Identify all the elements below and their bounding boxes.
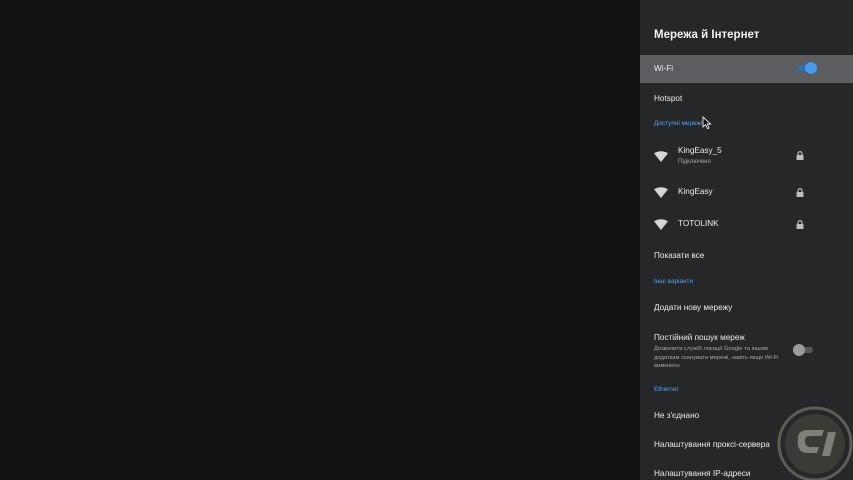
ip-settings-label: Налаштування IP-адреси bbox=[654, 469, 751, 478]
wifi-signal-icon bbox=[654, 187, 668, 198]
show-all-label: Показати все bbox=[654, 251, 705, 260]
wifi-switch-thumb bbox=[805, 62, 817, 74]
always-scan-description: Дозволити службі локації Google та іншим… bbox=[654, 346, 779, 369]
always-scan-label: Постійний пошук мереж bbox=[654, 333, 745, 342]
network-name: KingEasy bbox=[678, 187, 713, 196]
network-name: KingEasy_5 bbox=[678, 146, 722, 155]
mouse-cursor-icon bbox=[702, 116, 712, 130]
hotspot-label: Hotspot bbox=[654, 94, 683, 103]
ethernet-header: Ethernet bbox=[654, 386, 679, 393]
available-networks-header: Доступні мережі bbox=[654, 120, 703, 127]
wifi-toggle-row[interactable]: Wi-Fi bbox=[640, 55, 853, 83]
show-all-networks-button[interactable]: Показати все bbox=[640, 243, 853, 269]
lock-icon bbox=[796, 220, 804, 229]
network-name: TOTOLINK bbox=[678, 219, 719, 228]
ethernet-status-label: Не з'єднано bbox=[654, 411, 700, 420]
always-scan-switch[interactable] bbox=[793, 344, 813, 356]
other-options-header: Інші варіанти bbox=[654, 278, 694, 285]
add-network-label: Додати нову мережу bbox=[654, 303, 733, 312]
blank-background-area bbox=[0, 0, 640, 480]
hotspot-row[interactable]: Hotspot bbox=[640, 86, 853, 112]
always-scan-row[interactable]: Постійний пошук мереж Дозволити службі л… bbox=[640, 327, 853, 375]
proxy-settings-label: Налаштування проксі-сервера bbox=[654, 440, 770, 449]
wifi-switch[interactable] bbox=[797, 62, 817, 74]
watermark-logo-icon bbox=[777, 406, 853, 480]
lock-icon bbox=[796, 188, 804, 197]
network-status: Підключено bbox=[678, 159, 711, 165]
wifi-signal-icon bbox=[654, 151, 668, 162]
add-network-button[interactable]: Додати нову мережу bbox=[640, 295, 853, 321]
network-item-kingeasy-5[interactable]: KingEasy_5 Підключено bbox=[640, 140, 853, 172]
network-item-totolink[interactable]: TOTOLINK bbox=[640, 211, 853, 239]
lock-icon bbox=[796, 151, 804, 160]
wifi-signal-icon bbox=[654, 219, 668, 230]
network-item-kingeasy[interactable]: KingEasy bbox=[640, 179, 853, 207]
wifi-label: Wi-Fi bbox=[654, 64, 674, 73]
panel-title: Мережа й Інтернет bbox=[654, 29, 760, 41]
always-scan-switch-thumb bbox=[793, 344, 805, 356]
